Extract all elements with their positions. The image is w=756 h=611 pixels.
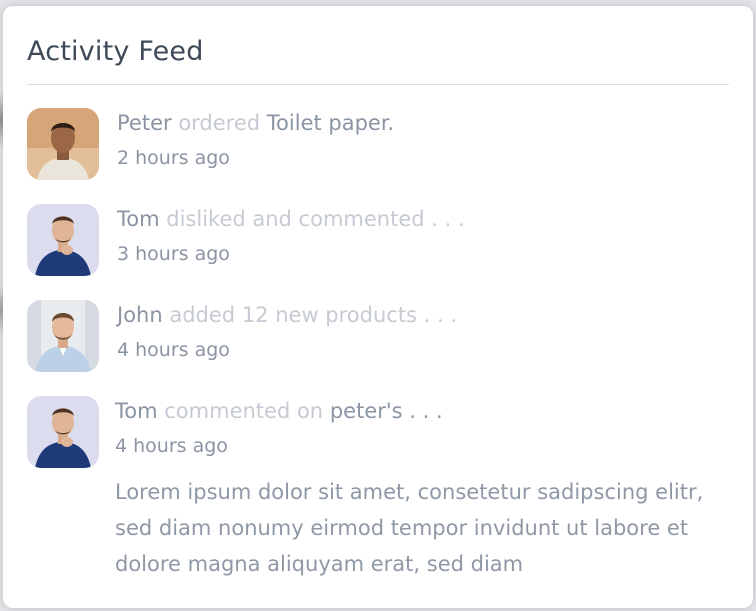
avatar-peter[interactable] bbox=[27, 108, 99, 180]
avatar-john[interactable] bbox=[27, 300, 99, 372]
activity-time: 2 hours ago bbox=[117, 147, 230, 169]
activity-item[interactable]: Peter ordered Toilet paper. 2 hours ago bbox=[27, 108, 729, 180]
activity-line: Peter ordered Toilet paper. bbox=[117, 108, 729, 138]
activity-action: added 12 new products . . . bbox=[169, 303, 458, 327]
actor-name[interactable]: Peter bbox=[117, 111, 172, 135]
avatar-image bbox=[27, 300, 99, 372]
activity-line: John added 12 new products . . . bbox=[117, 300, 729, 330]
avatar-image bbox=[27, 108, 99, 180]
activity-action: ordered bbox=[178, 111, 261, 135]
activity-feed-card: Activity Feed Peter ordered Toilet paper… bbox=[3, 6, 753, 608]
actor-name[interactable]: Tom bbox=[117, 207, 160, 231]
card-header: Activity Feed bbox=[27, 32, 729, 72]
actor-name[interactable]: John bbox=[117, 303, 163, 327]
card-title: Activity Feed bbox=[27, 36, 204, 67]
header-divider bbox=[27, 84, 729, 85]
activity-action: disliked and commented . . . bbox=[166, 207, 465, 231]
comment-snippet: Lorem ipsum dolor sit amet, consetetur s… bbox=[115, 480, 704, 576]
activity-text: Tom commented on peter's . . . 4 hours a… bbox=[115, 396, 729, 460]
activity-object[interactable]: peter's . . . bbox=[330, 399, 443, 423]
activity-time: 3 hours ago bbox=[117, 243, 230, 265]
actor-name[interactable]: Tom bbox=[115, 399, 158, 423]
avatar-tom[interactable] bbox=[27, 396, 99, 468]
activity-object[interactable]: Toilet paper. bbox=[267, 111, 394, 135]
activity-item[interactable]: Tom commented on peter's . . . 4 hours a… bbox=[27, 396, 729, 596]
activity-item[interactable]: John added 12 new products . . . 4 hours… bbox=[27, 300, 729, 372]
activity-line: Tom disliked and commented . . . bbox=[117, 204, 729, 234]
avatar-tom[interactable] bbox=[27, 204, 99, 276]
activity-line: Tom commented on peter's . . . bbox=[115, 396, 729, 426]
activity-text: Peter ordered Toilet paper. 2 hours ago bbox=[117, 108, 729, 172]
activity-text: John added 12 new products . . . 4 hours… bbox=[117, 300, 729, 364]
activity-text: Tom disliked and commented . . . 3 hours… bbox=[117, 204, 729, 268]
avatar-image bbox=[27, 396, 99, 468]
activity-time: 4 hours ago bbox=[117, 339, 230, 361]
activity-action: commented on bbox=[164, 399, 324, 423]
avatar-image bbox=[27, 204, 99, 276]
activity-item[interactable]: Tom disliked and commented . . . 3 hours… bbox=[27, 204, 729, 276]
activity-time: 4 hours ago bbox=[115, 435, 228, 457]
